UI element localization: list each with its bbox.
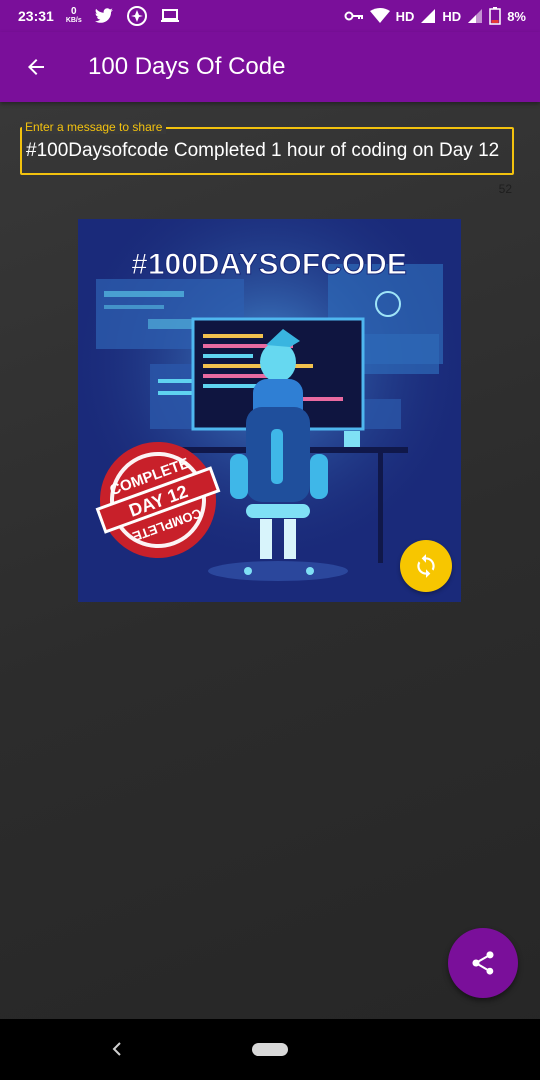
arrow-back-icon [28,59,44,75]
hd-label-2: HD [442,8,462,24]
battery-icon [489,7,501,25]
status-time: 23:31 [18,8,54,24]
hd-label-1: HD [395,8,415,24]
refresh-image-button[interactable] [400,540,452,592]
network-speed: 0 KB/s [66,7,82,25]
status-bar: 23:31 0 KB/s HD HD 8% [0,0,540,32]
system-nav-bar [0,1019,540,1080]
signal-icon-2 [468,9,483,23]
app-badge-icon [126,6,147,26]
vpn-key-icon [344,11,363,21]
laptop-icon [160,9,179,22]
char-counter: 52 [498,182,512,196]
network-speed-value: 0 [71,6,77,17]
person-head [260,342,296,382]
nav-home-button[interactable] [252,1043,288,1056]
battery-percent: 8% [507,8,526,24]
illustration: #100DAYSOFCODE COMPLETE DAY 12 COMPLETE [78,219,461,602]
network-speed-unit: KB/s [65,17,82,24]
image-headline: #100DAYSOFCODE [131,248,407,281]
app-bar: 100 Days Of Code [0,32,540,102]
nav-back-button[interactable] [105,1037,129,1061]
chevron-left-icon [112,1042,121,1056]
message-field-label: Enter a message to share [22,120,167,134]
message-input-box[interactable] [20,127,514,175]
wifi-icon [369,8,390,23]
message-input[interactable] [22,140,512,162]
share-button[interactable] [448,928,518,998]
twitter-icon [94,8,113,23]
share-icon [472,951,494,975]
code-day-image: #100DAYSOFCODE COMPLETE DAY 12 COMPLETE [78,219,461,602]
signal-icon-1 [421,9,436,23]
refresh-icon [417,554,435,578]
back-button[interactable] [16,47,56,87]
page-title: 100 Days Of Code [88,53,286,80]
